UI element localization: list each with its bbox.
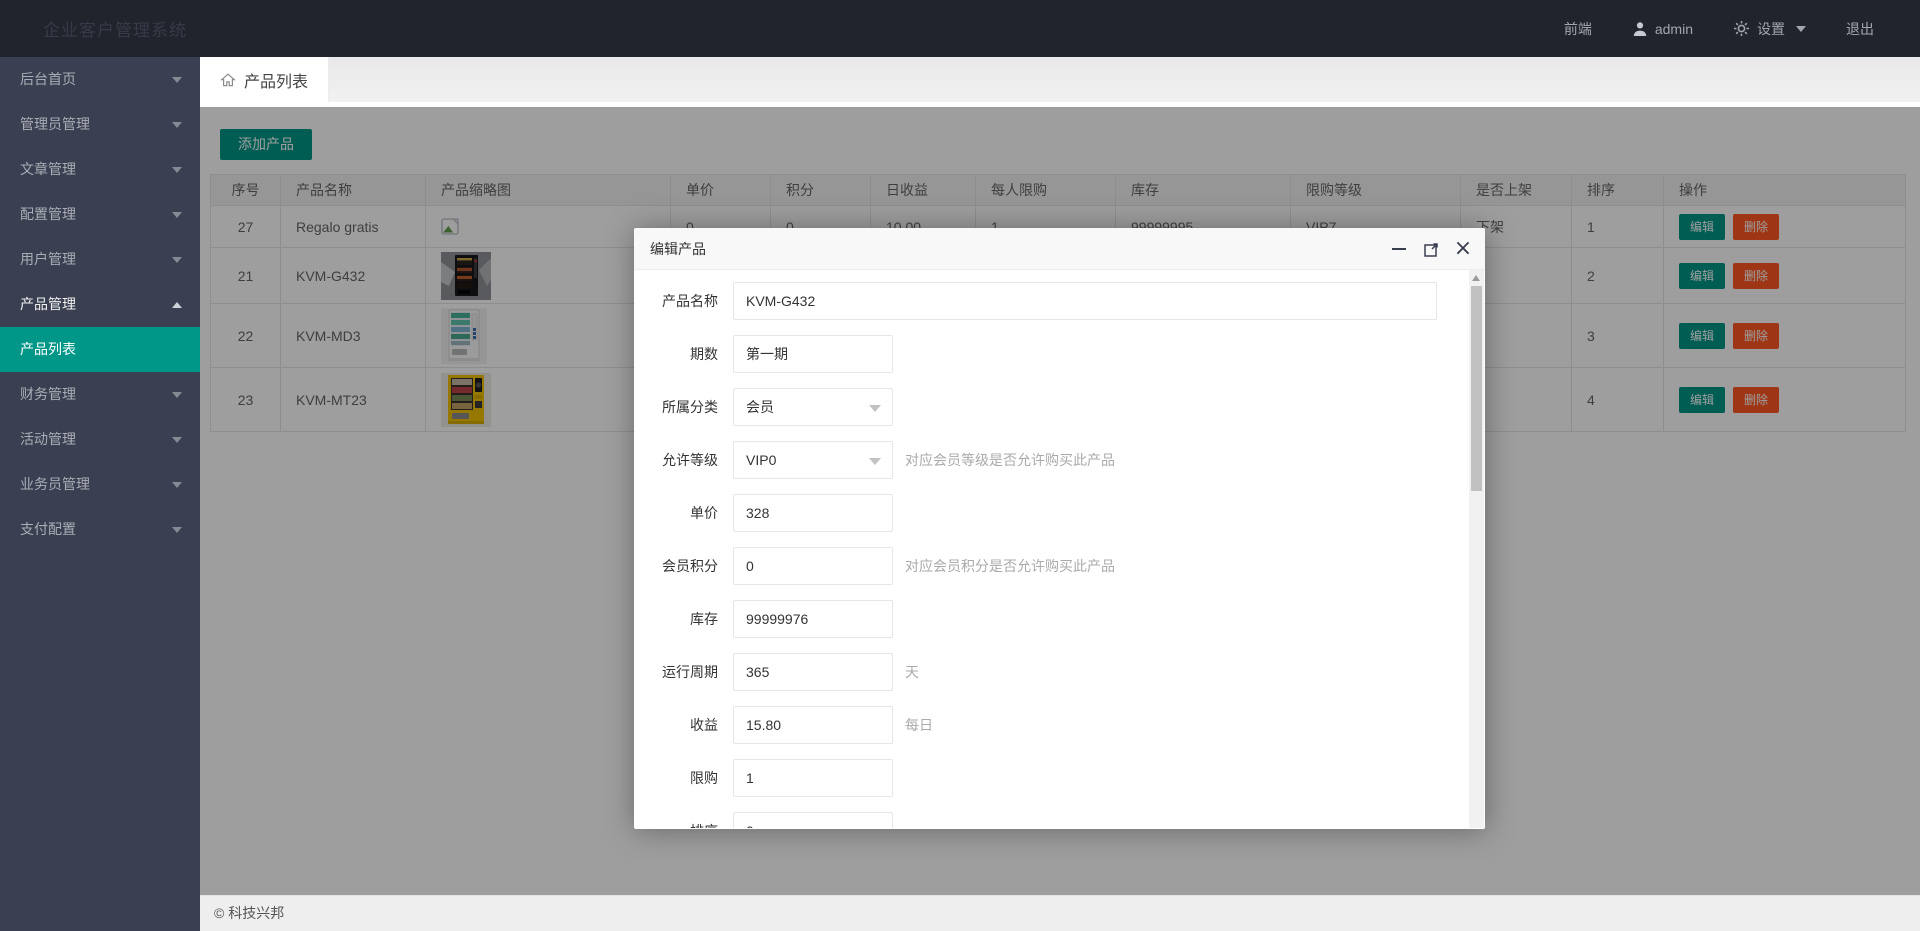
- close-icon[interactable]: ×: [1455, 241, 1471, 257]
- chevron-down-icon: [172, 77, 182, 83]
- field-label: 所属分类: [634, 397, 733, 417]
- sidebar-item-finance-mgmt[interactable]: 财务管理: [0, 372, 200, 417]
- maximize-icon[interactable]: [1423, 241, 1439, 257]
- copyright-text: © 科技兴邦: [214, 905, 284, 921]
- field-label: 收益: [634, 715, 733, 735]
- navbar-right: 前端 admin 设置 退出: [1524, 19, 1920, 39]
- sort-input[interactable]: [733, 812, 893, 828]
- app-title: 企业客户管理系统: [0, 16, 187, 41]
- field-label: 限购: [634, 768, 733, 788]
- sidebar-item-payment-config[interactable]: 支付配置: [0, 507, 200, 552]
- field-label: 库存: [634, 609, 733, 629]
- sidebar-item-product-list[interactable]: 产品列表: [0, 327, 200, 372]
- chevron-down-icon: [172, 527, 182, 533]
- chevron-down-icon: [172, 212, 182, 218]
- unit-price-input[interactable]: [733, 494, 893, 532]
- page-footer: © 科技兴邦: [200, 895, 1920, 931]
- dialog-form: 产品名称 期数 所属分类 会员 允: [634, 270, 1485, 828]
- tab-bar: 产品列表: [200, 57, 1920, 102]
- field-label: 运行周期: [634, 662, 733, 682]
- chevron-down-icon: [172, 122, 182, 128]
- field-hint: 每日: [905, 715, 933, 735]
- user-silhouette-icon: [1632, 21, 1648, 37]
- sidebar-item-activity-mgmt[interactable]: 活动管理: [0, 417, 200, 462]
- home-icon: [220, 72, 236, 88]
- tab-product-list[interactable]: 产品列表: [200, 57, 329, 102]
- chevron-down-icon: [172, 437, 182, 443]
- chevron-down-icon: [869, 458, 881, 465]
- category-select[interactable]: 会员: [733, 388, 893, 426]
- income-input[interactable]: [733, 706, 893, 744]
- gear-icon: [1733, 20, 1750, 37]
- chevron-down-icon: [172, 482, 182, 488]
- sidebar-item-config-mgmt[interactable]: 配置管理: [0, 192, 200, 237]
- field-label: 单价: [634, 503, 733, 523]
- field-label: 产品名称: [634, 291, 733, 311]
- nav-logout-link[interactable]: 退出: [1846, 19, 1874, 39]
- sidebar-item-user-mgmt[interactable]: 用户管理: [0, 237, 200, 282]
- sidebar-item-admin-mgmt[interactable]: 管理员管理: [0, 102, 200, 147]
- field-label: 期数: [634, 344, 733, 364]
- field-label: 排序: [634, 821, 733, 828]
- chevron-down-icon: [172, 392, 182, 398]
- nav-settings-menu[interactable]: 设置: [1733, 19, 1806, 39]
- sidebar: 后台首页 管理员管理 文章管理 配置管理 用户管理 产品管理 产品列表 财务管理…: [0, 57, 200, 931]
- scrollbar-thumb[interactable]: [1471, 286, 1482, 491]
- purchase-limit-input[interactable]: [733, 759, 893, 797]
- run-cycle-input[interactable]: [733, 653, 893, 691]
- top-navbar: 企业客户管理系统 前端 admin 设置 退出: [0, 0, 1920, 57]
- nav-frontend-link[interactable]: 前端: [1564, 19, 1592, 39]
- dialog-title: 编辑产品: [634, 228, 1485, 270]
- minimize-icon[interactable]: [1391, 241, 1407, 257]
- allowed-level-select[interactable]: VIP0: [733, 441, 893, 479]
- member-points-input[interactable]: [733, 547, 893, 585]
- content-area: 添加产品 序号 产品名称 产品缩略图 单价 积分: [200, 102, 1920, 895]
- field-label: 允许等级: [634, 450, 733, 470]
- chevron-down-icon: [869, 405, 881, 412]
- nav-user-menu[interactable]: admin: [1632, 21, 1693, 37]
- sidebar-item-home[interactable]: 后台首页: [0, 57, 200, 102]
- chevron-up-icon: [172, 302, 182, 308]
- field-hint: 对应会员积分是否允许购买此产品: [905, 556, 1115, 576]
- period-input[interactable]: [733, 335, 893, 373]
- field-label: 会员积分: [634, 556, 733, 576]
- sidebar-item-product-mgmt[interactable]: 产品管理: [0, 282, 200, 327]
- field-hint: 天: [905, 662, 919, 682]
- scroll-up-arrow-icon[interactable]: [1472, 275, 1480, 281]
- field-hint: 对应会员等级是否允许购买此产品: [905, 450, 1115, 470]
- sidebar-item-article-mgmt[interactable]: 文章管理: [0, 147, 200, 192]
- dialog-scrollbar[interactable]: [1469, 270, 1484, 828]
- sidebar-item-salesman-mgmt[interactable]: 业务员管理: [0, 462, 200, 507]
- edit-product-dialog: 编辑产品 × 产品名称 期数: [634, 228, 1485, 829]
- product-name-input[interactable]: [733, 282, 1437, 320]
- chevron-down-icon: [1796, 26, 1806, 32]
- stock-input[interactable]: [733, 600, 893, 638]
- chevron-down-icon: [172, 167, 182, 173]
- chevron-down-icon: [172, 257, 182, 263]
